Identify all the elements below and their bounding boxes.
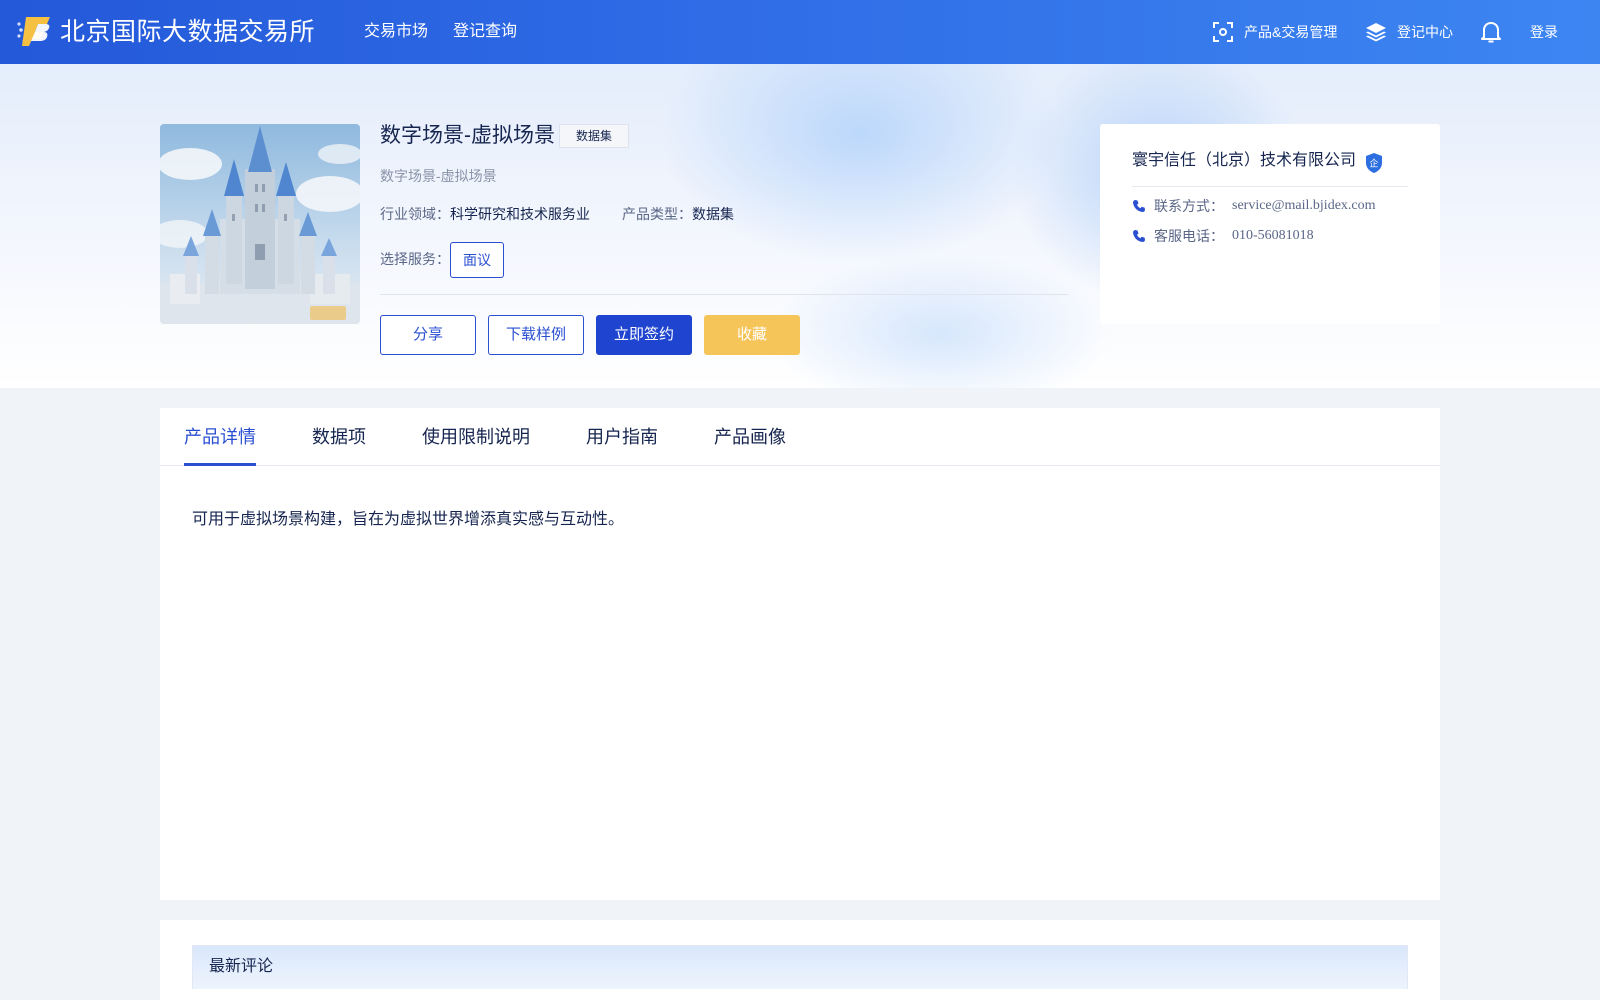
login-link[interactable]: 登录 xyxy=(1530,18,1558,46)
service-label: 选择服务： xyxy=(380,251,450,267)
share-button[interactable]: 分享 xyxy=(380,315,476,355)
nav-item-registry-query[interactable]: 登记查询 xyxy=(453,20,517,44)
card-divider xyxy=(1132,186,1408,187)
login-label: 登录 xyxy=(1530,24,1558,40)
tab-product-details[interactable]: 产品详情 xyxy=(184,424,256,450)
industry-label: 行业领域： xyxy=(380,206,450,222)
service-option-negotiable[interactable]: 面议 xyxy=(450,242,504,278)
tab-user-guide[interactable]: 用户指南 xyxy=(586,424,658,450)
brand-title[interactable]: 北京国际大数据交易所 xyxy=(60,15,315,49)
product-type-meta: 产品类型：数据集 xyxy=(622,204,734,224)
industry-value: 科学研究和技术服务业 xyxy=(450,206,590,222)
comments-section: 最新评论 xyxy=(160,920,1440,1000)
phone-icon xyxy=(1133,230,1145,242)
tab-usage-restrictions[interactable]: 使用限制说明 xyxy=(422,424,530,450)
logo-icon[interactable] xyxy=(16,14,52,48)
contact-email-row: 联系方式： service@mail.bjidex.com xyxy=(1132,196,1376,216)
registry-center-link[interactable]: 登记中心 xyxy=(1365,18,1453,46)
tab-data-items[interactable]: 数据项 xyxy=(312,424,366,450)
phone-label: 客服电话： xyxy=(1154,228,1224,244)
industry-meta: 行业领域：科学研究和技术服务业 xyxy=(380,204,590,224)
product-type-value: 数据集 xyxy=(692,206,734,222)
company-name[interactable]: 寰宇信任（北京）技术有限公司 xyxy=(1132,150,1356,172)
comments-header: 最新评论 xyxy=(192,945,1408,989)
scan-icon xyxy=(1213,22,1233,42)
download-sample-button[interactable]: 下载样例 xyxy=(488,315,584,355)
favorite-button[interactable]: 收藏 xyxy=(704,315,800,355)
divider xyxy=(380,294,1068,295)
tab-product-profile[interactable]: 产品画像 xyxy=(714,424,786,450)
company-card: 寰宇信任（北京）技术有限公司 企 联系方式： service@mail.bjid… xyxy=(1100,124,1440,324)
product-title: 数字场景-虚拟场景 xyxy=(380,124,555,147)
phone-number: 010-56081018 xyxy=(1232,228,1314,243)
product-detail-card: 产品详情 数据项 使用限制说明 用户指南 产品画像 可用于虚拟场景构建，旨在为虚… xyxy=(160,408,1440,900)
product-type-label: 产品类型： xyxy=(622,206,692,222)
layers-icon xyxy=(1366,23,1386,42)
product-description: 可用于虚拟场景构建，旨在为虚拟世界增添真实感与互动性。 xyxy=(192,511,625,528)
product-trade-mgmt-link[interactable]: 产品&交易管理 xyxy=(1212,18,1337,46)
contact-email[interactable]: service@mail.bjidex.com xyxy=(1232,196,1376,216)
castle-illustration xyxy=(160,124,360,324)
tab-bar: 产品详情 数据项 使用限制说明 用户指南 产品画像 xyxy=(160,408,1440,466)
svg-text:企: 企 xyxy=(1369,158,1378,170)
top-navigation-bar: 北京国际大数据交易所 交易市场 登记查询 产品&交易管理 登记中心 登录 xyxy=(0,0,1600,64)
active-tab-indicator xyxy=(184,463,256,466)
product-type-tag: 数据集 xyxy=(559,124,629,148)
product-trade-mgmt-label: 产品&交易管理 xyxy=(1244,24,1338,40)
bell-icon[interactable] xyxy=(1480,20,1502,44)
phone-icon xyxy=(1133,200,1145,212)
verified-badge-icon: 企 xyxy=(1366,153,1382,173)
product-image xyxy=(160,124,360,324)
main-nav: 交易市场 登记查询 xyxy=(364,20,517,44)
contact-label: 联系方式： xyxy=(1154,198,1224,214)
product-subtitle: 数字场景-虚拟场景 xyxy=(380,168,497,184)
sign-now-button[interactable]: 立即签约 xyxy=(596,315,692,355)
contact-phone-row: 客服电话： 010-56081018 xyxy=(1132,226,1314,246)
registry-center-label: 登记中心 xyxy=(1397,24,1453,40)
nav-item-trade-market[interactable]: 交易市场 xyxy=(364,20,428,44)
comments-title: 最新评论 xyxy=(209,958,274,975)
